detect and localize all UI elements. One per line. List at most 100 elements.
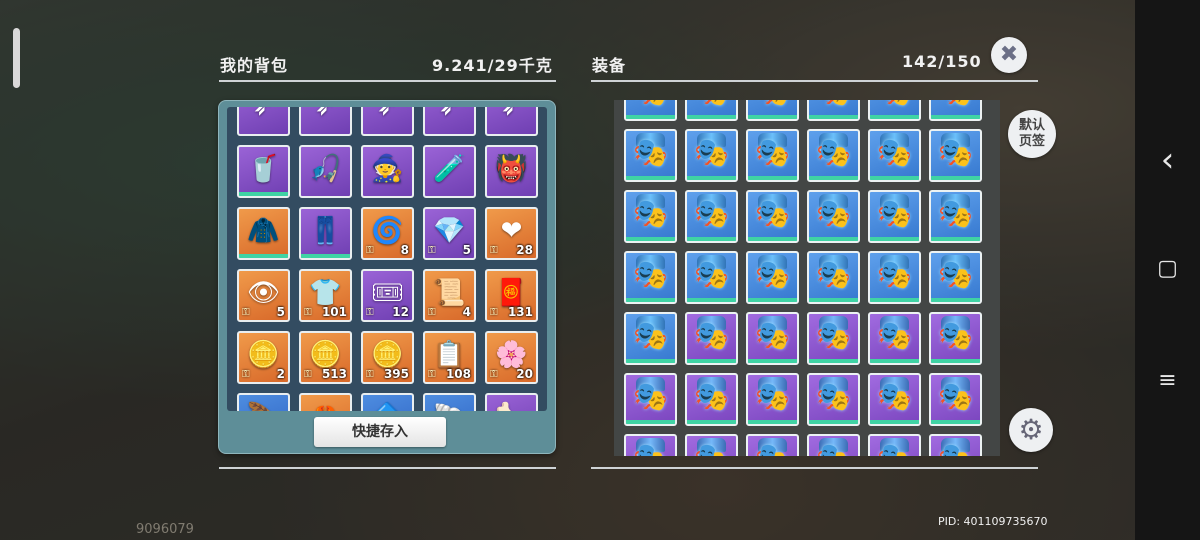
quick-store-button[interactable]: 快捷存入	[314, 417, 446, 447]
equipment-item-slot[interactable]: 🎭	[929, 190, 982, 243]
backpack-item-slot[interactable]: 🪙 ⚿ 395	[361, 331, 414, 384]
equipment-item-slot[interactable]: 🎭	[929, 129, 982, 182]
item-icon: 🥤	[247, 154, 280, 184]
backpack-item-slot[interactable]: 🧪	[423, 145, 476, 198]
equipment-item-slot[interactable]: 🎭	[807, 190, 860, 243]
menu-icon[interactable]: ≡	[1135, 368, 1200, 393]
equipment-item-slot[interactable]: 🎭	[868, 190, 921, 243]
equipment-item-slot[interactable]: 🎭	[685, 373, 738, 426]
backpack-item-slot[interactable]: 📋 ⚿ 108	[423, 331, 476, 384]
backpack-item-slot[interactable]: 🦴	[485, 393, 538, 411]
settings-gear-icon[interactable]: ⚙	[1009, 408, 1053, 452]
equipment-item-slot[interactable]: 🎭	[746, 100, 799, 121]
equipment-item-slot[interactable]: 🎭	[807, 373, 860, 426]
back-icon[interactable]: ‹	[1135, 140, 1200, 180]
item-quantity: 20	[516, 367, 533, 381]
equipment-item-slot[interactable]: 🎭	[807, 129, 860, 182]
backpack-item-slot[interactable]: 👕 ⚿ 101	[299, 269, 352, 322]
equipment-item-slot[interactable]: 🎭	[624, 434, 677, 456]
backpack-item-slot[interactable]: 🧧 ⚿ 131	[485, 269, 538, 322]
backpack-item-slot[interactable]: 🔷	[361, 393, 414, 411]
equipment-item-slot[interactable]: 🎭	[929, 312, 982, 365]
equipment-item-slot[interactable]: 🎭	[624, 373, 677, 426]
equipment-item-slot[interactable]: 🎭	[868, 129, 921, 182]
equipment-item-slot[interactable]: 🎭	[929, 434, 982, 456]
equipment-item-slot[interactable]: 🎭	[868, 312, 921, 365]
equipment-item-slot[interactable]: 🎭	[685, 434, 738, 456]
equipment-item-slot[interactable]: 🎭	[685, 190, 738, 243]
equipment-item-slot[interactable]: 🎭	[746, 312, 799, 365]
default-page-button[interactable]: 默认 页签	[1008, 110, 1056, 158]
system-navigation-bar: ‹ ▢ ≡	[1135, 0, 1200, 540]
backpack-item-slot[interactable]: 🦀	[299, 393, 352, 411]
backpack-item-slot[interactable]: 💎 ⚿ 5	[423, 207, 476, 260]
equipment-item-slot[interactable]: 🎭	[685, 251, 738, 304]
equipment-item-slot[interactable]: 🎭	[624, 100, 677, 121]
equipment-item-slot[interactable]: 🎭	[929, 100, 982, 121]
close-icon[interactable]: ✖	[991, 37, 1027, 73]
backpack-item-slot[interactable]: 🌸 ⚿ 20	[485, 331, 538, 384]
durability-bar	[809, 420, 858, 424]
equipment-panel[interactable]: 🎭 🎭 🎭 🎭 🎭 🎭 🎭 🎭 🎭 🎭 🎭 🎭 🎭 🎭 🎭 🎭 🎭 🎭 🎭 🎭 🎭 🎭 🎭 🎭 🎭 🎭 🎭 🎭 🎭 🎭 🎭 🎭 🎭 🎭 🎭 🎭 🎭 🎭 🎭 🎭…	[614, 100, 1000, 456]
default-page-label-line1: 默认	[1018, 118, 1045, 133]
backpack-item-slot[interactable]: ➶	[423, 107, 476, 136]
equipment-item-slot[interactable]: 🎭	[624, 251, 677, 304]
helmet-mask-icon: 🎭	[633, 197, 668, 230]
equipment-item-slot[interactable]: 🎭	[746, 129, 799, 182]
backpack-item-slot[interactable]: ➶	[485, 107, 538, 136]
backpack-item-slot[interactable]: ➶	[237, 107, 290, 136]
backpack-item-slot[interactable]: 🌀 ⚿ 8	[361, 207, 414, 260]
equipment-item-slot[interactable]: 🎭	[868, 434, 921, 456]
backpack-item-slot[interactable]: 👹	[485, 145, 538, 198]
backpack-item-slot[interactable]: ➶	[361, 107, 414, 136]
equipment-item-slot[interactable]: 🎭	[624, 129, 677, 182]
equipment-item-slot[interactable]: 🎭	[746, 434, 799, 456]
backpack-item-slot[interactable]: 🐚	[423, 393, 476, 411]
backpack-scroll-area[interactable]: ➶ ➶ ➶ ➶ ➶ 🥤 🎣 🧙 🧪 👹 🧥 👖 🌀 ⚿ 8 💎 ⚿ 5 ❤ ⚿ 28 👁 ⚿ 5 👕 ⚿ 101 🎟 ⚿ 12 📜 ⚿ 4 🧧 ⚿ 1…	[227, 107, 547, 411]
equipment-item-slot[interactable]: 🎭	[746, 373, 799, 426]
item-quantity: 8	[400, 243, 409, 257]
durability-bar	[687, 359, 736, 363]
equipment-item-slot[interactable]: 🎭	[685, 100, 738, 121]
backpack-item-slot[interactable]: 🎟 ⚿ 12	[361, 269, 414, 322]
equipment-item-slot[interactable]: 🎭	[685, 129, 738, 182]
item-icon: ❤	[500, 216, 523, 246]
backpack-item-slot[interactable]: ❤ ⚿ 28	[485, 207, 538, 260]
equipment-item-slot[interactable]: 🎭	[807, 251, 860, 304]
backpack-item-slot[interactable]: 🪙 ⚿ 513	[299, 331, 352, 384]
backpack-item-slot[interactable]: ➶	[299, 107, 352, 136]
equipment-item-slot[interactable]: 🎭	[929, 373, 982, 426]
helmet-mask-icon: 🎭	[755, 136, 790, 169]
backpack-item-slot[interactable]: 🥤	[237, 145, 290, 198]
equipment-item-slot[interactable]: 🎭	[868, 373, 921, 426]
side-drag-handle[interactable]	[13, 28, 20, 88]
backpack-item-slot[interactable]: 👖	[299, 207, 352, 260]
durability-bar	[687, 298, 736, 302]
equipment-item-slot[interactable]: 🎭	[746, 251, 799, 304]
equipment-item-slot[interactable]: 🎭	[746, 190, 799, 243]
durability-bar	[809, 115, 858, 119]
equipment-item-slot[interactable]: 🎭	[807, 312, 860, 365]
bottom-left-id: 9096079	[136, 522, 194, 537]
equipment-item-slot[interactable]: 🎭	[807, 100, 860, 121]
equipment-item-slot[interactable]: 🎭	[868, 100, 921, 121]
home-icon[interactable]: ▢	[1135, 256, 1200, 281]
backpack-item-slot[interactable]: 🎣	[299, 145, 352, 198]
backpack-item-slot[interactable]: 🧙	[361, 145, 414, 198]
backpack-item-slot[interactable]: 📜 ⚿ 4	[423, 269, 476, 322]
equipment-item-slot[interactable]: 🎭	[929, 251, 982, 304]
backpack-item-slot[interactable]: 👁 ⚿ 5	[237, 269, 290, 322]
helmet-mask-icon: 🎭	[633, 136, 668, 169]
equipment-item-slot[interactable]: 🎭	[807, 434, 860, 456]
equipment-item-slot[interactable]: 🎭	[685, 312, 738, 365]
backpack-item-slot[interactable]: 🧥	[237, 207, 290, 260]
backpack-item-slot[interactable]: 🪶	[237, 393, 290, 411]
equipment-item-slot[interactable]: 🎭	[624, 312, 677, 365]
backpack-header-divider	[219, 80, 556, 82]
durability-bar	[239, 192, 288, 196]
equipment-item-slot[interactable]: 🎭	[868, 251, 921, 304]
equipment-item-slot[interactable]: 🎭	[624, 190, 677, 243]
item-quantity: 5	[276, 305, 285, 319]
backpack-item-slot[interactable]: 🪙 ⚿ 2	[237, 331, 290, 384]
item-icon: 🦀	[301, 402, 350, 411]
